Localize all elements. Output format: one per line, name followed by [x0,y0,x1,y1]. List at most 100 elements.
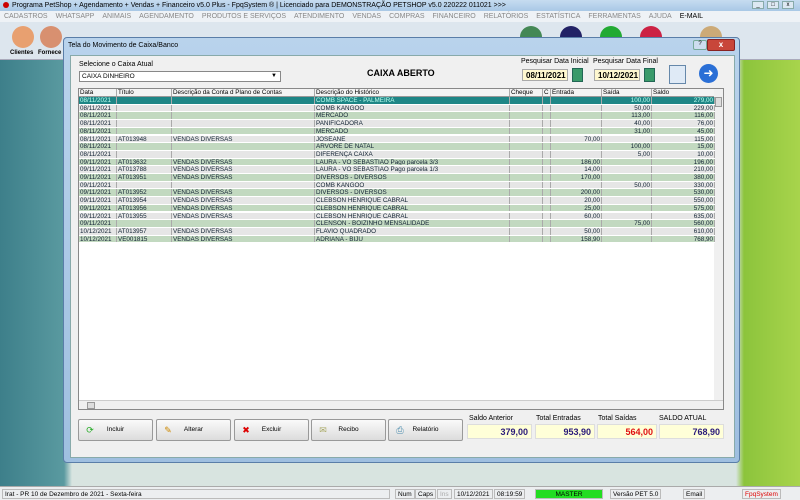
column-header[interactable]: Entrada [551,89,602,96]
table-cell [172,150,315,158]
table-cell [510,135,543,143]
table-cell: VENDAS DIVERSAS [172,174,315,181]
refresh-icon[interactable] [669,65,686,84]
table-row[interactable]: 08/11/2021 MERCADO 31,00 45,00 [79,127,715,136]
status-user: MASTER [535,489,603,499]
menu-item[interactable]: FERRAMENTAS [588,13,640,22]
table-cell [117,150,172,158]
menu-item[interactable]: ANIMAIS [102,13,131,22]
menu-item[interactable]: PRODUTOS E SERVIÇOS [202,13,286,22]
menu-item[interactable]: COMPRAS [389,13,424,22]
table-cell [602,174,652,181]
table-cell: AT013957 [117,227,172,235]
table-row[interactable]: 08/11/2021 AT013948 VENDAS DIVERSAS JOSEANE… [79,135,715,144]
clients-label[interactable]: Clientes [10,50,33,56]
table-row[interactable]: 09/11/2021 AT013955 VENDAS DIVERSAS CLEBSON… [79,212,715,221]
column-header[interactable]: Cheque [510,89,543,96]
data-final-input[interactable]: 10/12/2021 [594,69,640,81]
menu-item[interactable]: RELATÓRIOS [484,13,529,22]
menu-item[interactable]: E-MAIL [680,13,703,22]
table-cell: 08/11/2021 [79,120,117,127]
suppliers-label[interactable]: Fornece [38,50,61,56]
incluir-button[interactable]: ⟳ Incluir [78,419,153,441]
table-cell [510,166,543,173]
caixa-select[interactable]: CAIXA DINHEIRO ▼ [79,71,281,82]
recibo-button[interactable]: ✉ Recibo [311,419,386,441]
data-inicial-input[interactable]: 08/11/2021 [522,69,568,81]
table-row[interactable]: 10/12/2021 VE001815 VENDAS DIVERSAS ADRIANA… [79,235,715,244]
close-app-button[interactable]: x [782,1,794,9]
column-header[interactable]: Título [117,89,172,96]
table-cell [543,135,551,143]
suppliers-icon[interactable] [40,26,62,48]
help-button[interactable]: ? [693,40,707,50]
menu-item[interactable]: WHATSAPP [56,13,95,22]
caixa-label: Selecione o Caixa Atual [79,61,153,68]
app-title: Programa PetShop + Agendamento + Vendas … [12,2,506,9]
table-row[interactable]: 08/11/2021 COMB KANGOO 50,00 229,00 [79,104,715,113]
table-row[interactable]: 09/11/2021 AT013951 VENDAS DIVERSAS DIVERSO… [79,174,715,182]
table-cell: 100,00 [602,97,652,104]
table-cell [543,158,551,166]
table-row[interactable]: 09/11/2021 CLENSON - BOIZINHO MENSALIDADE… [79,220,715,228]
table-row[interactable]: 08/11/2021 DIFERENÇA CAIXA 5,00 10,00 [79,150,715,159]
saldo-anterior-label: Saldo Anterior [469,415,513,422]
table-row[interactable]: 09/11/2021 AT013788 VENDAS DIVERSAS LAURA -… [79,166,715,174]
table-cell [602,158,652,166]
calendar-icon[interactable] [644,68,655,82]
minimize-button[interactable]: _ [752,1,764,9]
table-cell [543,97,551,104]
column-header[interactable]: Descrição do Histórico [315,89,510,96]
email-button[interactable]: Email [683,489,706,499]
table-cell: 170,00 [551,174,602,181]
table-cell: 08/11/2021 [79,150,117,158]
column-header[interactable]: Descrição da Conta d Plano de Contas [172,89,315,96]
table-cell: 45,00 [652,127,715,135]
table-cell: DIVERSOS - DIVERSOS [315,189,510,197]
menu-item[interactable]: FINANCEIRO [433,13,476,22]
column-header[interactable]: Data [79,89,117,96]
table-cell [543,127,551,135]
table-cell [543,143,551,150]
app-title-bar: Programa PetShop + Agendamento + Vendas … [0,0,800,11]
table-cell: COMB KANGOO [315,181,510,189]
clients-icon[interactable] [12,26,34,48]
table-row[interactable]: 09/11/2021 AT013956 VENDAS DIVERSAS CLEBSON… [79,204,715,213]
relatorio-button[interactable]: ⎙ Relatório [388,419,463,441]
table-row[interactable]: 08/11/2021 ARVORE DE NATAL 100,00 15,00 [79,143,715,151]
table-row[interactable]: 09/11/2021 AT013954 VENDAS DIVERSAS CLEBSON… [79,197,715,205]
menu-item[interactable]: ESTATÍSTICA [536,13,580,22]
table-row[interactable]: 10/12/2021 AT013957 VENDAS DIVERSAS FLAVIO … [79,227,715,236]
arrow-right-icon[interactable]: ➜ [699,64,718,83]
excluir-button[interactable]: ✖ Excluir [234,419,309,441]
alterar-button[interactable]: ✎ Alterar [156,419,231,441]
vertical-scrollbar[interactable] [714,89,723,401]
table-cell [543,204,551,212]
column-header[interactable]: Saldo [652,89,715,96]
table-cell: VENDAS DIVERSAS [172,166,315,173]
table-row[interactable]: 08/11/2021 PANIFICADORA 40,00 76,00 [79,120,715,128]
table-cell [510,143,543,150]
table-row[interactable]: 08/11/2021 COMB SPACE - PALMEIRA 100,00 279… [79,97,715,105]
table-row[interactable]: 09/11/2021 AT013952 VENDAS DIVERSAS DIVERSO… [79,189,715,198]
table-cell [510,220,543,227]
movements-table: Data Título Descrição da Conta d Plano de … [78,88,724,410]
column-header[interactable]: C [543,89,551,96]
menu-item[interactable]: AJUDA [649,13,672,22]
menu-item[interactable]: CADASTROS [4,13,48,22]
table-cell: 560,00 [652,220,715,227]
horizontal-scrollbar[interactable] [79,400,723,409]
menu-item[interactable]: AGENDAMENTO [139,13,194,22]
table-row[interactable]: 09/11/2021 COMB KANGOO 50,00 330,00 [79,181,715,190]
table-row[interactable]: 09/11/2021 AT013632 VENDAS DIVERSAS LAURA -… [79,158,715,167]
table-cell [510,127,543,135]
table-row[interactable]: 08/11/2021 MERCADO 113,00 116,00 [79,112,715,121]
table-cell [172,143,315,150]
maximize-button[interactable]: □ [767,1,779,9]
menu-item[interactable]: ATENDIMENTO [294,13,344,22]
column-header[interactable]: Saída [602,89,652,96]
calendar-icon[interactable] [572,68,583,82]
dialog-close-button[interactable]: x [707,39,735,51]
menu-item[interactable]: VENDAS [352,13,381,22]
table-cell [172,112,315,120]
